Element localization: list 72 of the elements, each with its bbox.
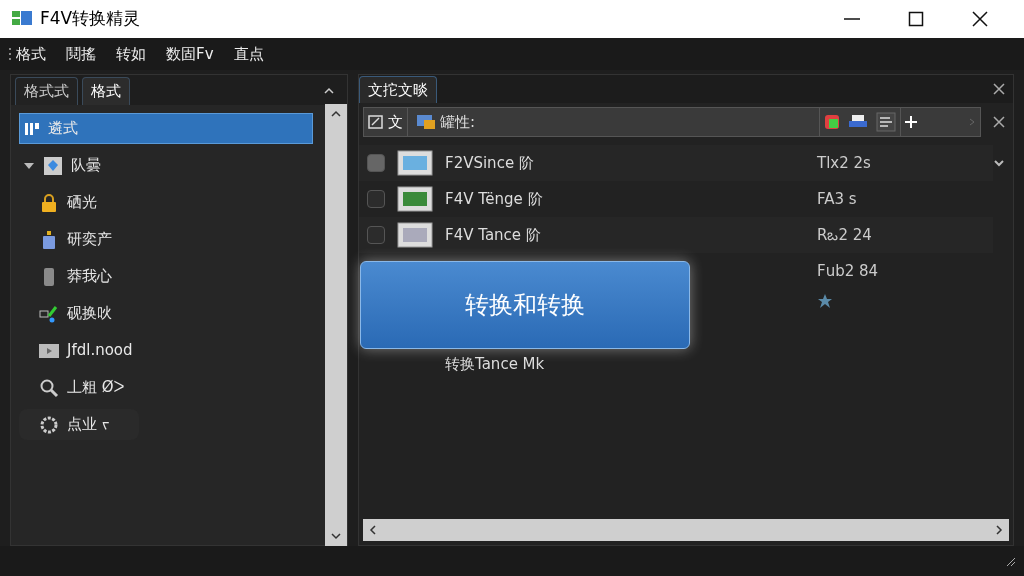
plus-icon [905, 116, 917, 128]
tree-child-item[interactable]: 点业 ᠵ [19, 409, 139, 440]
menu-item[interactable]: 直点 [233, 42, 264, 66]
tree-child-item[interactable]: 砚换吙 [19, 298, 313, 329]
search-icon [39, 377, 59, 398]
tree-item-label: 莽我心 [67, 266, 112, 288]
tree-item-label: 队曇 [71, 155, 101, 177]
location-label: 罐性: [440, 111, 476, 133]
list-icon[interactable] [876, 112, 896, 132]
tree-item-label: 遴式 [48, 118, 78, 140]
vertical-scrollbar[interactable] [325, 104, 347, 546]
menu-item[interactable]: 鬩搖 [66, 42, 96, 66]
file-detail: Rఒ2 24 [817, 224, 872, 246]
image-file-icon [397, 221, 433, 249]
tree-item-label: Jfdl.nood [67, 340, 133, 362]
shield-icon [43, 155, 63, 176]
tree-item-label: 砚换吙 [67, 303, 112, 325]
resize-grip-icon[interactable] [1004, 555, 1016, 567]
tree-item[interactable]: 队曇 [19, 150, 313, 181]
tree-item[interactable]: 遴式 [19, 113, 313, 144]
maximize-icon [908, 11, 924, 27]
tree-item-label: 研奕产 [67, 229, 112, 251]
tree-child-item[interactable]: Jfdl.nood [19, 335, 313, 366]
window-title: F4V转换精灵 [40, 7, 141, 31]
checkbox[interactable] [367, 226, 385, 244]
settings-icon [39, 414, 59, 435]
tree-child-item[interactable]: 研奕产 [19, 224, 313, 255]
chevron-right-icon [993, 524, 1005, 536]
file-name: F4V Tance 阶 [445, 225, 541, 246]
file-row[interactable]: F4V Tance 阶 Rఒ2 24 [359, 217, 993, 253]
menu-item[interactable]: 转如 [116, 42, 146, 66]
horizontal-scrollbar[interactable] [363, 519, 1009, 541]
chevron-right-icon [968, 118, 976, 126]
tree-item-label: 丄粗 Øᐳ [67, 377, 125, 399]
color-icon[interactable] [824, 114, 840, 130]
checkbox[interactable] [367, 190, 385, 208]
menu-item[interactable]: 格式 [16, 42, 46, 66]
printer-icon[interactable] [848, 114, 868, 130]
file-detail: Tlx2 2s [817, 152, 871, 174]
grip-icon [8, 46, 12, 62]
edit-icon [368, 114, 384, 130]
lock-icon [39, 192, 59, 213]
chevron-left-icon [367, 524, 379, 536]
tree-child-item[interactable]: 丄粗 Øᐳ [19, 372, 313, 403]
grid-icon [24, 120, 40, 137]
chevron-down-icon [330, 530, 342, 542]
chevron-down-icon[interactable] [993, 157, 1005, 169]
panel-tab[interactable]: 格式 [82, 77, 130, 105]
star-icon [817, 293, 833, 309]
image-file-icon [397, 185, 433, 213]
minimize-icon [844, 18, 860, 20]
close-icon[interactable] [993, 116, 1005, 128]
tree-child-item[interactable]: 硒光 [19, 187, 313, 218]
image-file-icon [397, 149, 433, 177]
file-name: F2VSince 阶 [445, 153, 534, 174]
checkbox[interactable] [367, 154, 385, 172]
file-detail: Fսb2 84 [817, 260, 879, 282]
tree-item-label: 硒光 [67, 192, 97, 214]
file-name: 转换Tance Mk [445, 354, 545, 375]
convert-button[interactable]: 转换和转换 [360, 261, 690, 349]
computer-icon [416, 114, 436, 130]
tree-child-item[interactable]: 莽我心 [19, 261, 313, 292]
panel-tab[interactable]: 格式式 [15, 77, 78, 105]
transfer-icon [39, 303, 59, 324]
tree-item-label: 点业 ᠵ [67, 414, 109, 436]
file-name: F4V Tënge 阶 [445, 189, 543, 210]
close-icon [972, 11, 988, 27]
close-icon[interactable] [993, 83, 1005, 95]
file-detail: FA3 s [817, 188, 857, 210]
document-tab[interactable]: 文拕文晱 [359, 76, 437, 103]
edit-button[interactable]: 文 [364, 108, 408, 136]
menu-item[interactable]: 数固Fv [166, 42, 214, 66]
